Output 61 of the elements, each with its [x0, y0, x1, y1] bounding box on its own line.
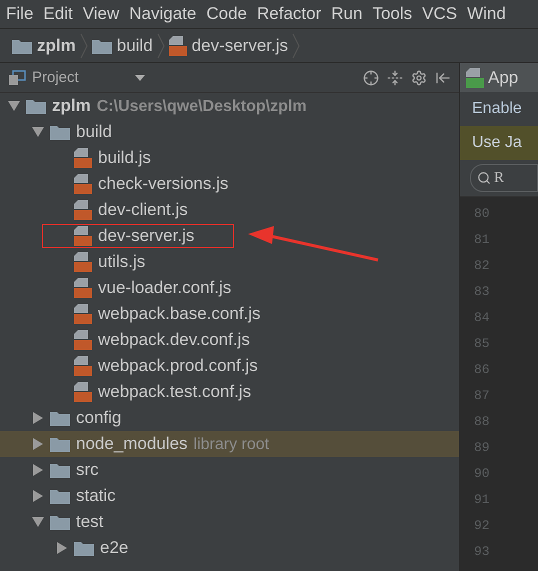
js-file-icon	[74, 304, 92, 324]
menu-item[interactable]: Tools	[370, 4, 420, 24]
folder-icon	[50, 514, 70, 530]
js-file-icon	[74, 252, 92, 272]
breadcrumb-item[interactable]: zplm	[12, 36, 76, 56]
js-file-icon	[74, 330, 92, 350]
expanded-arrow-icon[interactable]	[8, 100, 20, 112]
folder-icon	[12, 38, 32, 54]
chevron-icon	[80, 32, 88, 58]
js-file-icon	[74, 382, 92, 402]
collapsed-arrow-icon[interactable]	[32, 464, 44, 476]
collapse-all-icon[interactable]	[387, 70, 403, 86]
js-file-icon	[74, 174, 92, 194]
html-file-icon	[466, 68, 484, 88]
tree-row[interactable]: node_modules library root	[0, 431, 459, 457]
editor-tab[interactable]: App	[460, 63, 538, 92]
folder-icon	[74, 540, 94, 556]
collapsed-arrow-icon[interactable]	[32, 412, 44, 424]
js-file-icon	[168, 36, 187, 56]
js-file-icon	[74, 226, 92, 246]
dropdown-caret-icon	[134, 74, 145, 80]
notification-text: Enable	[460, 92, 538, 126]
collapsed-arrow-icon[interactable]	[32, 490, 44, 502]
chevron-icon	[156, 32, 165, 58]
folder-icon	[26, 98, 46, 114]
menu-item[interactable]: Edit	[41, 4, 81, 24]
menu-item[interactable]: Navigate	[127, 4, 204, 24]
folder-icon	[92, 38, 112, 54]
path-hint: C:\Users\qwe\Desktop\zplm	[96, 98, 307, 115]
menu-item[interactable]: File	[4, 4, 42, 24]
collapsed-arrow-icon[interactable]	[56, 542, 68, 554]
js-file-icon	[74, 200, 92, 220]
menu-item[interactable]: Code	[204, 4, 255, 24]
banner-text: Use Ja	[460, 126, 538, 160]
breadcrumb-item[interactable]: build	[92, 36, 153, 56]
menu-item[interactable]: Refactor	[255, 4, 330, 24]
project-icon	[8, 70, 26, 86]
menu-item[interactable]: VCS	[420, 4, 466, 24]
expanded-arrow-icon[interactable]	[32, 126, 44, 138]
menu-item[interactable]: Run	[329, 4, 370, 24]
menu-item[interactable]: View	[80, 4, 128, 24]
folder-icon	[50, 462, 70, 478]
menu-item[interactable]: Wind	[465, 4, 514, 24]
settings-icon[interactable]	[411, 70, 427, 86]
locate-icon[interactable]	[363, 70, 379, 86]
search-field[interactable]: R	[470, 164, 538, 192]
search-icon	[477, 171, 491, 185]
hide-panel-icon[interactable]	[435, 70, 451, 86]
js-file-icon	[74, 148, 92, 168]
path-hint: library root	[194, 436, 270, 453]
expanded-arrow-icon[interactable]	[32, 516, 44, 528]
folder-icon	[50, 124, 70, 140]
folder-icon	[50, 488, 70, 504]
chevron-icon	[292, 32, 300, 58]
collapsed-arrow-icon[interactable]	[32, 438, 44, 450]
folder-icon	[50, 436, 70, 452]
folder-icon	[50, 410, 70, 426]
js-file-icon	[74, 356, 92, 376]
js-file-icon	[74, 278, 92, 298]
breadcrumb-item[interactable]: dev-server.js	[168, 36, 288, 56]
project-view-selector[interactable]: Project	[8, 69, 355, 86]
